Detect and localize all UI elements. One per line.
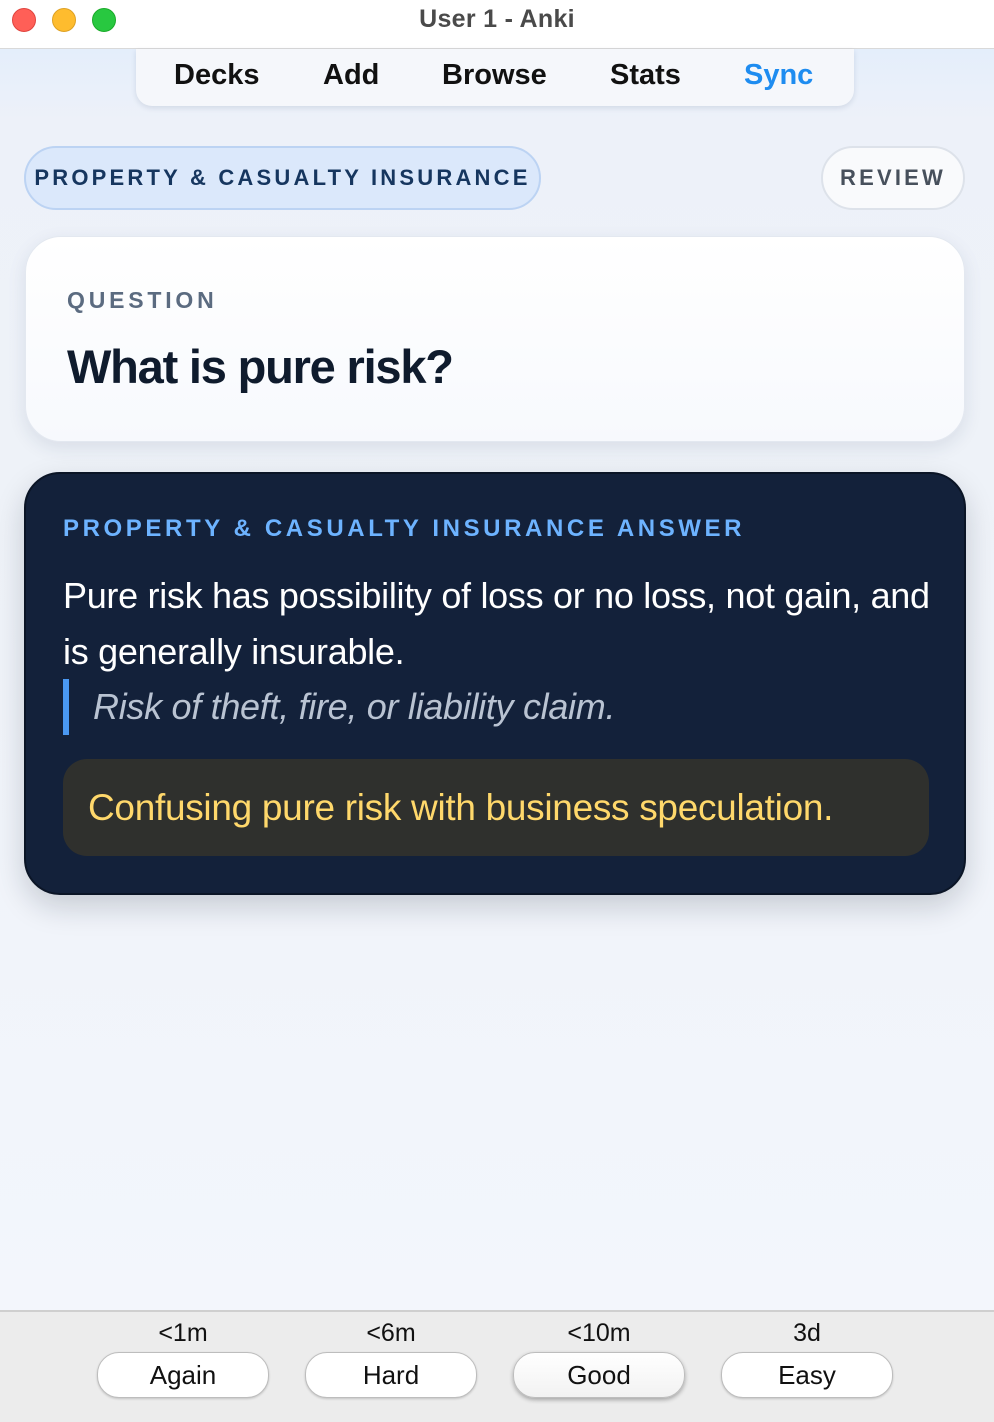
answer-buttons-bar: <1m Again <6m Hard <10m Good 3d Easy: [0, 1310, 994, 1422]
answer-card: PROPERTY & CASUALTY INSURANCE ANSWER Pur…: [24, 472, 966, 895]
toolbar-add-link[interactable]: Add: [323, 59, 379, 92]
toolbar-stats-link[interactable]: Stats: [610, 59, 681, 92]
window-title: User 1 - Anki: [419, 5, 575, 33]
question-text: What is pure risk?: [67, 340, 454, 393]
question-card: QUESTION What is pure risk?: [25, 236, 965, 442]
ease-hard-interval: <6m: [366, 1319, 416, 1347]
ease-easy-interval: 3d: [793, 1319, 821, 1347]
again-button[interactable]: Again: [97, 1352, 269, 1398]
good-button[interactable]: Good: [513, 1352, 685, 1398]
toolbar-decks-link[interactable]: Decks: [174, 59, 259, 92]
answer-label: PROPERTY & CASUALTY INSURANCE ANSWER: [63, 515, 746, 542]
easy-button[interactable]: Easy: [721, 1352, 893, 1398]
window-titlebar: User 1 - Anki: [0, 0, 994, 49]
main-toolbar: Decks Add Browse Stats Sync: [136, 49, 854, 106]
toolbar-browse-link[interactable]: Browse: [442, 59, 547, 92]
ease-good-interval: <10m: [567, 1319, 631, 1347]
review-mode-badge: REVIEW: [821, 146, 965, 210]
answer-pitfall-note: Confusing pure risk with business specul…: [63, 759, 929, 856]
ease-again-interval: <1m: [158, 1319, 208, 1347]
question-label: QUESTION: [67, 287, 218, 313]
deck-name-badge: PROPERTY & CASUALTY INSURANCE: [24, 146, 541, 210]
answer-example-quote: Risk of theft, fire, or liability claim.: [63, 679, 615, 735]
answer-text: Pure risk has possibility of loss or no …: [63, 575, 930, 672]
toolbar-sync-link[interactable]: Sync: [744, 59, 813, 92]
hard-button[interactable]: Hard: [305, 1352, 477, 1398]
